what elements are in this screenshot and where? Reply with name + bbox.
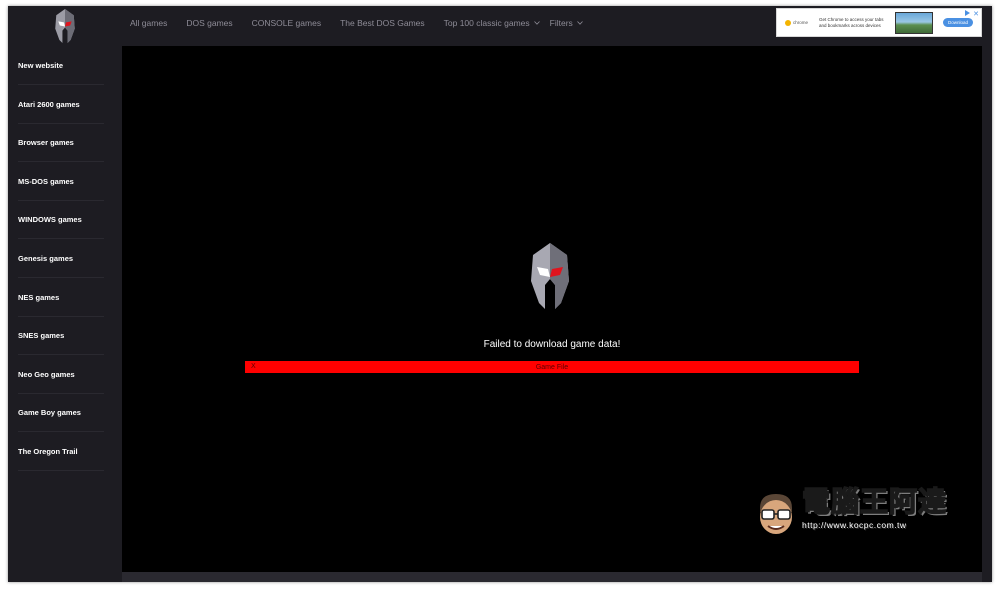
ad-banner[interactable]: chrome Get Chrome to access your tabs an… xyxy=(776,8,982,37)
sidebar-item-label: Game Boy games xyxy=(18,407,81,417)
spartan-helmet-icon xyxy=(531,243,569,309)
nav-label: Filters xyxy=(549,18,573,28)
sidebar-item-label: MS-DOS games xyxy=(18,176,74,186)
error-message: Failed to download game data! xyxy=(483,339,621,350)
main-nav: All games DOS games CONSOLE games The Be… xyxy=(130,6,602,40)
sidebar-item-nes[interactable]: NES games xyxy=(18,278,104,317)
ad-text: Get Chrome to access your tabs and bookm… xyxy=(819,16,884,28)
close-icon[interactable]: ✕ xyxy=(973,10,979,18)
sidebar-item-snes[interactable]: SNES games xyxy=(18,316,104,355)
error-bar-label: Game File xyxy=(535,363,569,371)
horizontal-scrollbar[interactable] xyxy=(122,572,982,582)
watermark-url: http://www.kocpc.com.tw xyxy=(802,520,907,530)
nav-dos-games[interactable]: DOS games xyxy=(186,18,232,28)
game-canvas[interactable]: Failed to download game data! X Game Fil… xyxy=(122,46,982,572)
sidebar-item-ms-dos[interactable]: MS-DOS games xyxy=(18,162,104,201)
chevron-down-icon xyxy=(533,21,540,25)
close-icon[interactable]: X xyxy=(251,361,256,373)
sidebar-item-label: NES games xyxy=(18,292,60,302)
sidebar-item-label: WINDOWS games xyxy=(18,214,82,224)
ad-cta-button[interactable]: Download xyxy=(943,18,973,27)
spartan-helmet-icon xyxy=(55,9,75,43)
nav-label: CONSOLE games xyxy=(251,18,322,28)
adchoices-icon[interactable] xyxy=(965,10,970,16)
error-bar: X Game File xyxy=(245,361,859,373)
mascot-face-icon xyxy=(760,494,792,534)
sidebar-item-game-boy[interactable]: Game Boy games xyxy=(18,393,104,432)
nav-label: Top 100 classic games xyxy=(443,18,530,28)
ad-brand: chrome xyxy=(785,19,815,26)
ad-brand-label: chrome xyxy=(793,20,809,25)
site-logo[interactable] xyxy=(8,6,122,46)
sidebar-item-label: Atari 2600 games xyxy=(18,99,80,109)
sidebar-item-label: Genesis games xyxy=(18,253,74,263)
ad-image xyxy=(895,11,933,34)
nav-top-100-classic[interactable]: Top 100 classic games xyxy=(444,18,540,28)
nav-label: DOS games xyxy=(186,18,233,28)
sidebar-item-windows[interactable]: WINDOWS games xyxy=(18,200,104,239)
sidebar-item-label: Neo Geo games xyxy=(18,369,75,379)
watermark: 電腦王阿達 http://www.kocpc.com.tw xyxy=(754,485,979,548)
browser-page: All games DOS games CONSOLE games The Be… xyxy=(8,6,992,582)
sidebar-item-label: SNES games xyxy=(18,330,65,340)
sidebar-item-browser-games[interactable]: Browser games xyxy=(18,123,104,162)
sidebar-item-label: New website xyxy=(18,60,64,70)
chrome-icon xyxy=(785,19,791,26)
sidebar-item-new-website[interactable]: New website xyxy=(18,46,104,85)
nav-label: The Best DOS Games xyxy=(340,18,425,28)
sidebar-item-genesis[interactable]: Genesis games xyxy=(18,239,104,278)
nav-all-games[interactable]: All games xyxy=(130,18,167,28)
vertical-scrollbar[interactable] xyxy=(982,46,992,582)
nav-filters[interactable]: Filters xyxy=(550,18,583,28)
sidebar-item-neo-geo[interactable]: Neo Geo games xyxy=(18,355,104,394)
top-header: All games DOS games CONSOLE games The Be… xyxy=(8,6,992,46)
watermark-title: 電腦王阿達 xyxy=(801,485,948,519)
sidebar: New website Atari 2600 games Browser gam… xyxy=(8,46,122,582)
sidebar-item-oregon-trail[interactable]: The Oregon Trail xyxy=(18,432,104,471)
nav-label: All games xyxy=(130,18,168,28)
nav-console-games[interactable]: CONSOLE games xyxy=(252,18,321,28)
nav-best-dos-games[interactable]: The Best DOS Games xyxy=(340,18,425,28)
chevron-down-icon xyxy=(576,21,583,25)
sidebar-item-label: Browser games xyxy=(18,137,74,147)
sidebar-item-label: The Oregon Trail xyxy=(18,446,78,456)
sidebar-item-atari-2600[interactable]: Atari 2600 games xyxy=(18,85,104,124)
